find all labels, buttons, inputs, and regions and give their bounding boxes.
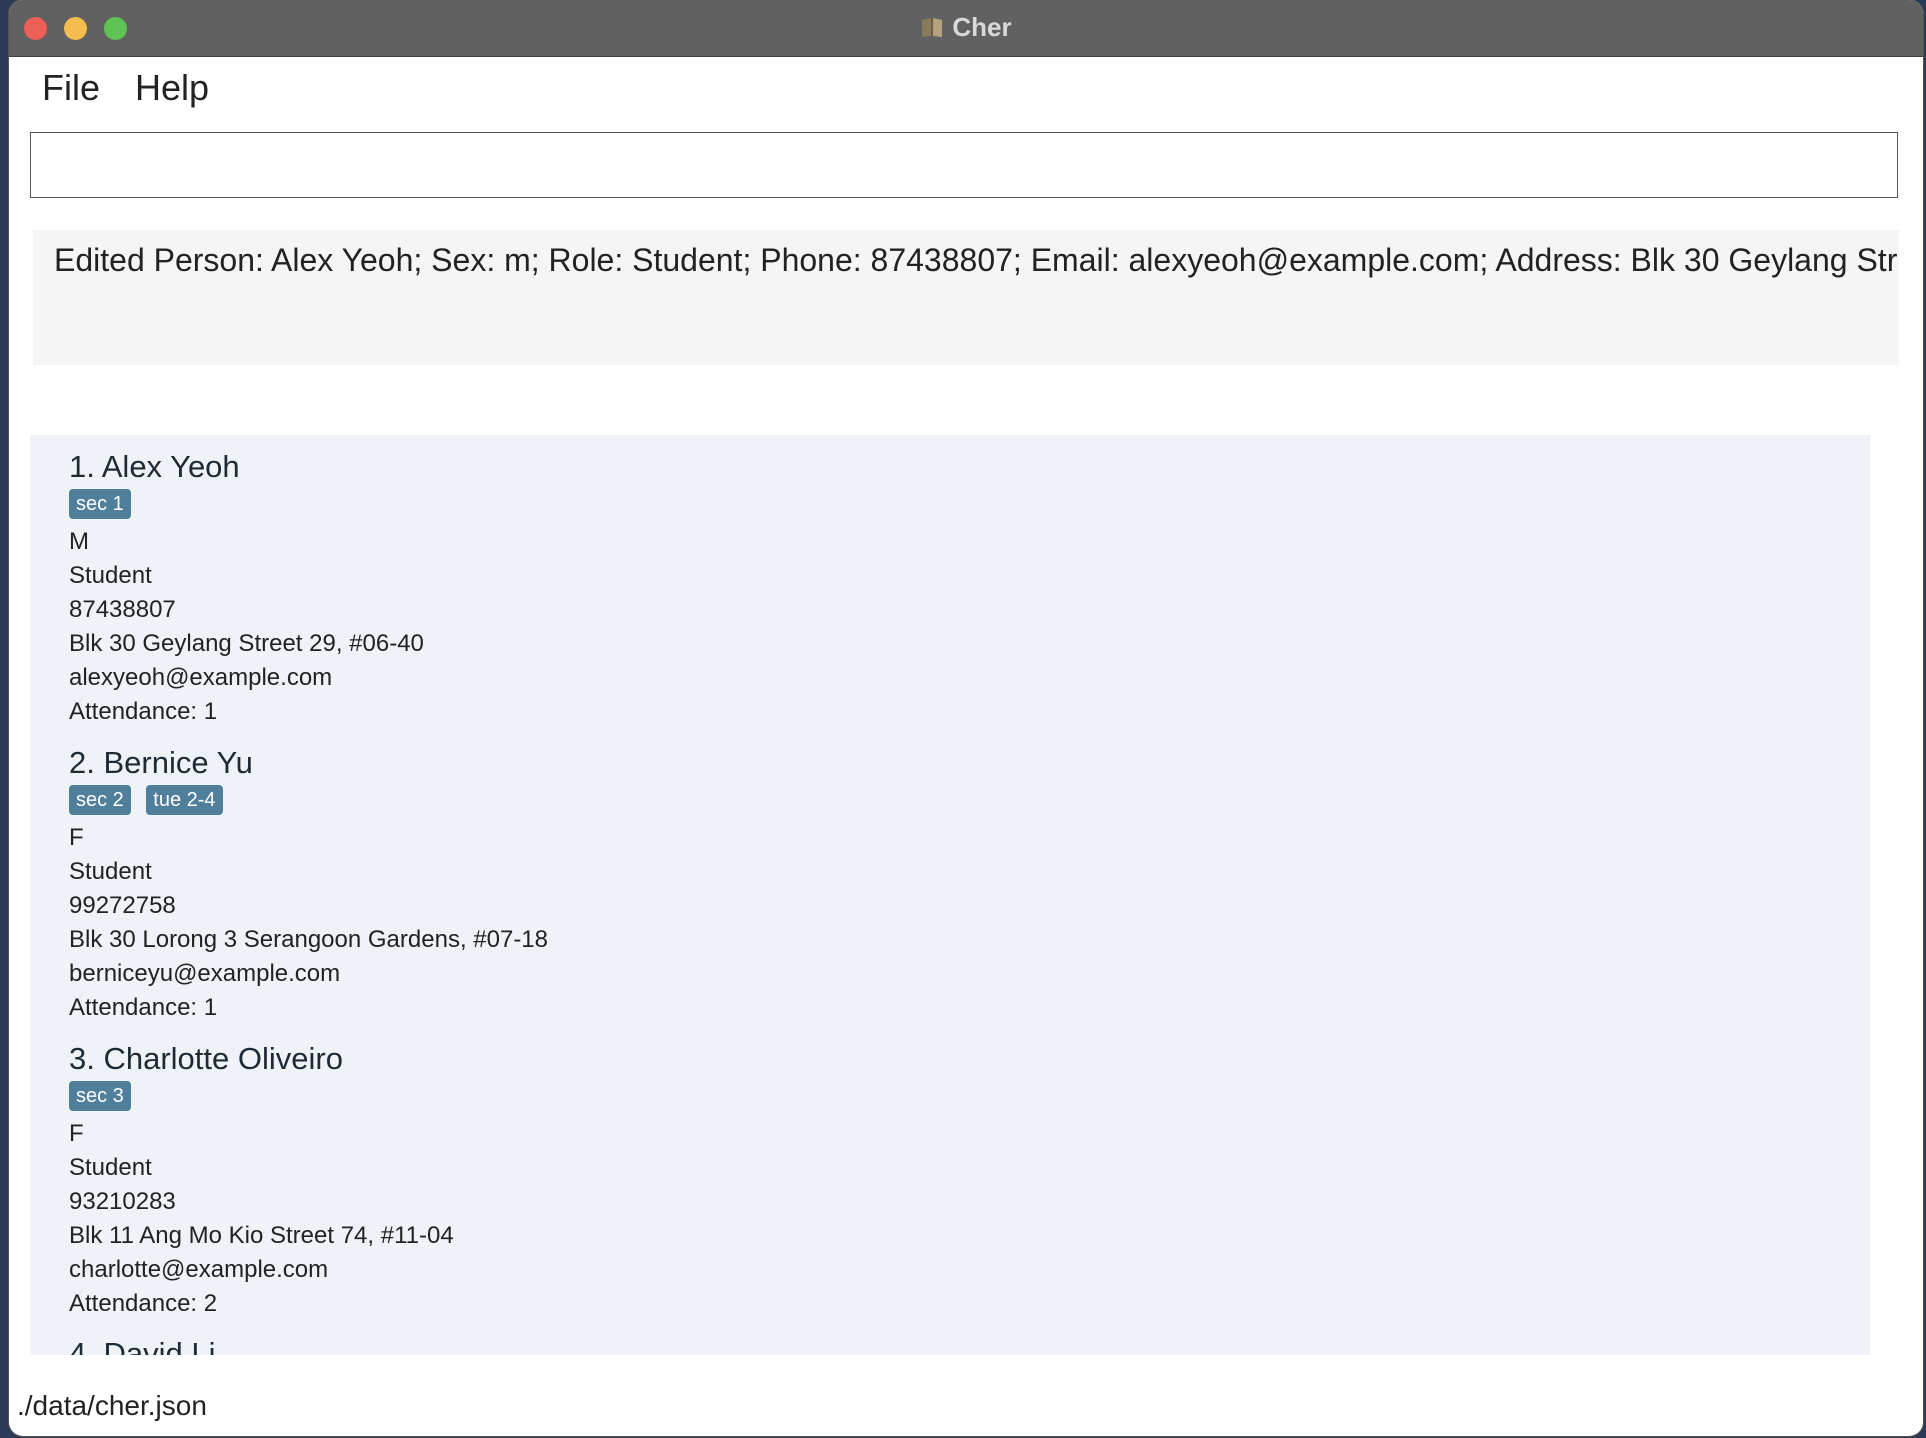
person-card[interactable]: 3. Charlotte Oliveiro sec 3 F Student 93… (69, 1039, 1769, 1321)
person-name: 3. Charlotte Oliveiro (69, 1041, 343, 1076)
person-card[interactable]: 1. Alex Yeoh sec 1 M Student 87438807 Bl… (69, 447, 1769, 729)
person-email: berniceyu@example.com (69, 960, 341, 987)
person-email: alexyeoh@example.com (69, 664, 333, 691)
person-name: 4. David Li (69, 1336, 216, 1355)
person-address: Blk 30 Lorong 3 Serangoon Gardens, #07-1… (69, 926, 549, 953)
tag: sec 2 (69, 785, 131, 815)
person-sex: F (69, 824, 84, 851)
person-name: 1. Alex Yeoh (69, 449, 240, 484)
book-icon (922, 18, 943, 37)
status-bar-file-path: ./data/cher.json (17, 1390, 207, 1421)
tag: sec 1 (69, 489, 131, 519)
person-address: Blk 30 Geylang Street 29, #06-40 (69, 630, 424, 657)
person-card[interactable]: 2. Bernice Yu sec 2 tue 2-4 F Student 99… (69, 743, 1769, 1025)
app-window: Cher File Help Edited Person: Alex Yeoh;… (9, 0, 1923, 1436)
menu-file[interactable]: File (42, 67, 100, 109)
person-email: charlotte@example.com (69, 1256, 329, 1283)
person-role: Student (69, 562, 152, 589)
menu-bar: File Help (9, 57, 1923, 117)
title-bar[interactable]: Cher (9, 0, 1923, 57)
person-card[interactable]: 4. David Li (69, 1334, 1769, 1355)
person-phone: 93210283 (69, 1188, 176, 1215)
window-title: Cher (952, 12, 1012, 42)
person-sex: F (69, 1120, 84, 1147)
person-role: Student (69, 858, 152, 885)
tag-row: sec 1 (69, 489, 1769, 525)
person-attendance: Attendance: 1 (69, 994, 218, 1021)
tag: tue 2-4 (146, 785, 223, 815)
person-address: Blk 11 Ang Mo Kio Street 74, #11-04 (69, 1222, 454, 1249)
command-input[interactable] (30, 132, 1898, 198)
tag-row: sec 3 (69, 1081, 1769, 1117)
person-sex: M (69, 528, 89, 555)
result-message: Edited Person: Alex Yeoh; Sex: m; Role: … (54, 242, 1898, 278)
result-display: Edited Person: Alex Yeoh; Sex: m; Role: … (33, 230, 1899, 365)
window-title-area: Cher (9, 12, 1923, 43)
person-attendance: Attendance: 1 (69, 698, 218, 725)
person-list[interactable]: 1. Alex Yeoh sec 1 M Student 87438807 Bl… (30, 435, 1870, 1355)
tag: sec 3 (69, 1081, 131, 1111)
menu-help[interactable]: Help (135, 67, 209, 109)
person-phone: 99272758 (69, 892, 176, 919)
person-name: 2. Bernice Yu (69, 745, 253, 780)
tag-row: sec 2 tue 2-4 (69, 785, 1769, 821)
person-phone: 87438807 (69, 596, 176, 623)
person-role: Student (69, 1154, 152, 1181)
person-attendance: Attendance: 2 (69, 1290, 218, 1317)
